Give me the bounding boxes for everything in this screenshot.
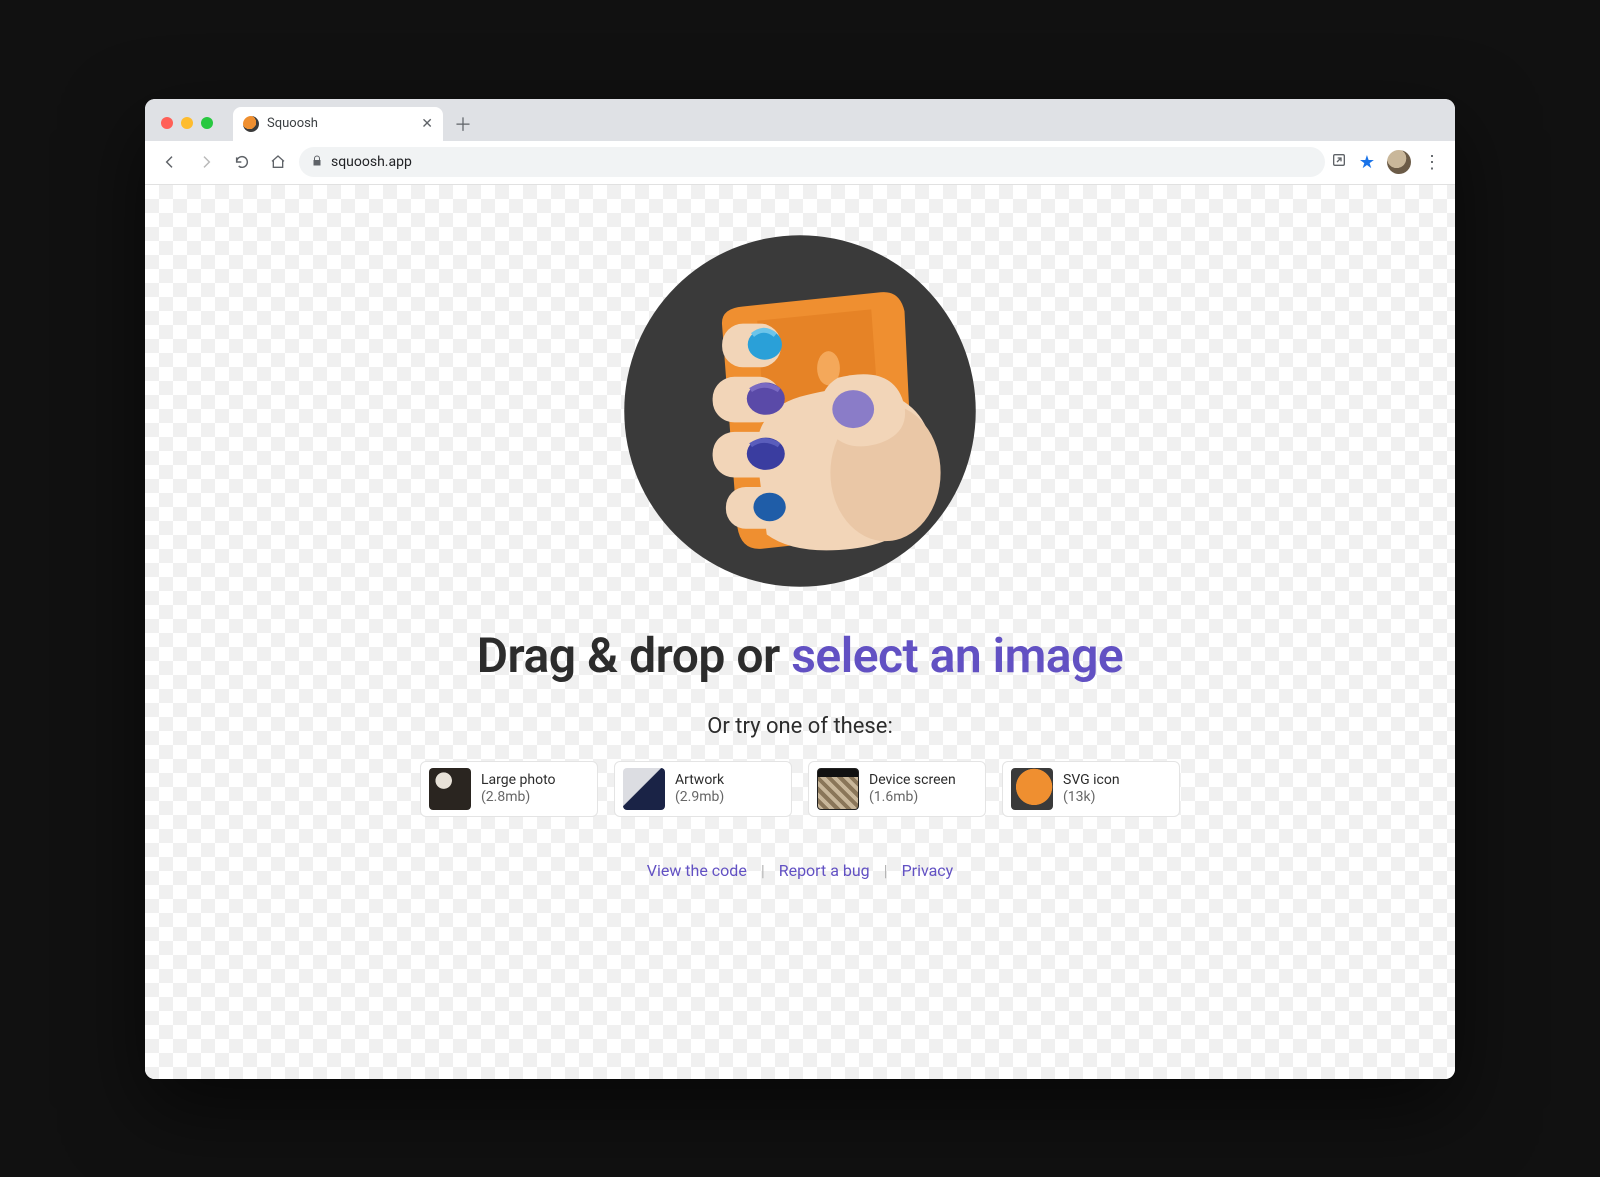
headline: Drag & drop or select an image [477, 627, 1123, 684]
sample-name: Large photo [481, 772, 556, 789]
back-button[interactable] [155, 147, 185, 177]
address-bar[interactable]: squoosh.app [299, 147, 1325, 177]
thumb-svg-icon-icon [1011, 768, 1053, 810]
sample-name: SVG icon [1063, 772, 1120, 789]
tab-strip: Squoosh ✕ ＋ [145, 99, 1455, 141]
maximize-window-icon[interactable] [201, 117, 213, 129]
sample-size: (13k) [1063, 789, 1120, 806]
tab-title: Squoosh [267, 116, 413, 131]
browser-window: Squoosh ✕ ＋ squoosh.app ★ [145, 99, 1455, 1079]
toolbar-right: ★ ⋮ [1331, 150, 1445, 174]
thumb-device-screen-icon [817, 768, 859, 810]
home-button[interactable] [263, 147, 293, 177]
sample-cards: Large photo (2.8mb) Artwork (2.9mb) Devi… [420, 761, 1180, 817]
window-controls [161, 117, 213, 129]
sample-size: (1.6mb) [869, 789, 956, 806]
sample-large-photo[interactable]: Large photo (2.8mb) [420, 761, 598, 817]
sample-size: (2.8mb) [481, 789, 556, 806]
open-external-icon[interactable] [1331, 152, 1347, 172]
minimize-window-icon[interactable] [181, 117, 193, 129]
page-content: Drag & drop or select an image Or try on… [145, 185, 1455, 1079]
sample-name: Device screen [869, 772, 956, 789]
thumb-large-photo-icon [429, 768, 471, 810]
toolbar: squoosh.app ★ ⋮ [145, 141, 1455, 185]
close-window-icon[interactable] [161, 117, 173, 129]
sample-svg-icon[interactable]: SVG icon (13k) [1002, 761, 1180, 817]
profile-avatar[interactable] [1387, 150, 1411, 174]
browser-tab[interactable]: Squoosh ✕ [233, 107, 443, 141]
bookmark-star-icon[interactable]: ★ [1359, 152, 1375, 173]
separator-icon: | [761, 861, 765, 880]
url-text: squoosh.app [331, 154, 412, 170]
new-tab-button[interactable]: ＋ [449, 110, 477, 138]
thumb-artwork-icon [623, 768, 665, 810]
squoosh-logo [610, 221, 990, 601]
reload-button[interactable] [227, 147, 257, 177]
headline-prefix: Drag & drop or [477, 627, 791, 684]
favicon-icon [243, 116, 259, 132]
view-code-link[interactable]: View the code [647, 861, 747, 880]
close-tab-icon[interactable]: ✕ [421, 116, 433, 132]
forward-button[interactable] [191, 147, 221, 177]
lock-icon [311, 155, 323, 170]
sample-artwork[interactable]: Artwork (2.9mb) [614, 761, 792, 817]
subline: Or try one of these: [707, 714, 893, 739]
sample-size: (2.9mb) [675, 789, 724, 806]
report-bug-link[interactable]: Report a bug [779, 861, 870, 880]
separator-icon: | [884, 861, 888, 880]
select-image-link[interactable]: select an image [791, 627, 1123, 684]
sample-name: Artwork [675, 772, 724, 789]
menu-kebab-icon[interactable]: ⋮ [1423, 152, 1441, 173]
privacy-link[interactable]: Privacy [902, 861, 954, 880]
footer-links: View the code | Report a bug | Privacy [647, 861, 954, 880]
sample-device-screen[interactable]: Device screen (1.6mb) [808, 761, 986, 817]
